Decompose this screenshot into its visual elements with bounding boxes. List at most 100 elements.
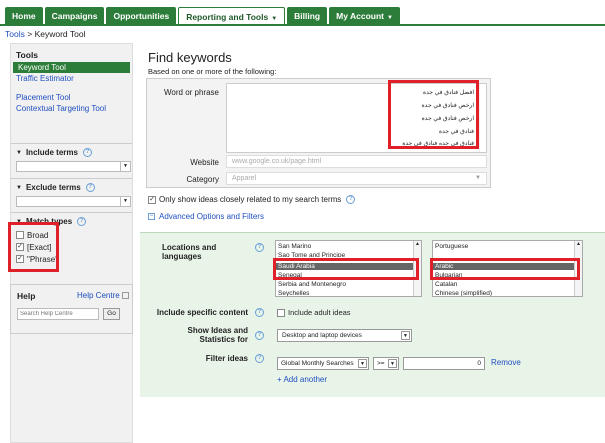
page-subtitle: Based on one or more of the following: <box>148 67 277 76</box>
website-label: Website <box>190 158 219 167</box>
help-icon[interactable]: ? <box>77 217 87 226</box>
textarea-scrollbar[interactable] <box>479 84 484 152</box>
help-icon[interactable]: ? <box>255 354 264 363</box>
tab-reporting-and-tools[interactable]: Reporting and Tools ▼ <box>178 7 286 25</box>
sidebar-item-contextual-targeting-tool[interactable]: Contextual Targeting Tool <box>11 103 132 114</box>
chevron-down-icon[interactable]: ▼ <box>358 359 367 368</box>
tab-opportunities[interactable]: Opportunities <box>106 7 177 25</box>
help-search-input[interactable] <box>17 308 99 320</box>
chevron-down-icon[interactable]: ▼ <box>120 197 130 206</box>
devices-select[interactable]: Desktop and laptop devices ▼ <box>277 329 412 342</box>
chevron-down-icon[interactable]: ▼ <box>388 359 397 368</box>
language-option[interactable]: Chinese (simplified) <box>435 290 492 296</box>
tab-label: Reporting and Tools <box>186 12 269 22</box>
tab-billing[interactable]: Billing <box>287 7 328 25</box>
exclude-terms-input[interactable]: ▼ <box>16 196 131 207</box>
chevron-down-icon: ▼ <box>271 16 278 22</box>
breadcrumb: Tools > Keyword Tool <box>5 29 85 39</box>
breadcrumb-tools-link[interactable]: Tools <box>5 29 25 39</box>
filter-operator-value: >= <box>377 360 385 367</box>
sidebar-item-keyword-tool[interactable]: Keyword Tool <box>13 62 130 73</box>
top-navigation: Home Campaigns Opportunities Reporting a… <box>0 0 605 25</box>
add-another-link[interactable]: + Add another <box>277 375 327 384</box>
show-ideas-label-line1: Show Ideas and <box>187 326 248 335</box>
tab-label: Billing <box>294 11 321 21</box>
minimize-icon[interactable] <box>122 292 129 299</box>
breadcrumb-separator: > <box>27 29 33 39</box>
sidebar-item-placement-tool[interactable]: Placement Tool <box>11 92 132 103</box>
advanced-options-link[interactable]: − Advanced Options and Filters <box>148 212 264 221</box>
language-option[interactable]: Catalan <box>435 281 457 288</box>
help-title: Help <box>17 291 36 301</box>
sidebar-item-traffic-estimator[interactable]: Traffic Estimator <box>11 73 132 84</box>
location-option[interactable]: Serbia and Montenegro <box>278 281 346 288</box>
location-option[interactable]: San Marino <box>278 243 311 250</box>
nav-divider <box>0 24 605 26</box>
triangle-down-icon: ▼ <box>16 184 22 191</box>
tab-label: Campaigns <box>51 11 98 21</box>
help-icon[interactable]: ? <box>82 148 92 157</box>
tab-label: Home <box>12 11 36 21</box>
include-adult-checkbox[interactable] <box>277 308 285 317</box>
sidebar-tools-title: Tools <box>16 50 39 60</box>
collapse-icon[interactable]: − <box>148 213 155 220</box>
include-adult-label: Include adult ideas <box>288 308 351 317</box>
help-panel: Help Help Centre Go <box>10 284 133 334</box>
include-terms-toggle[interactable]: ▼ Include terms? <box>16 148 127 157</box>
match-types-highlight <box>8 222 59 272</box>
remove-filter-link[interactable]: Remove <box>491 358 521 367</box>
breadcrumb-current: Keyword Tool <box>34 29 86 39</box>
category-placeholder: Apparel <box>232 175 257 182</box>
help-icon[interactable]: ? <box>255 331 264 340</box>
page-title: Find keywords <box>148 50 232 65</box>
language-option[interactable]: Portuguese <box>435 243 468 250</box>
nav-tabs: Home Campaigns Opportunities Reporting a… <box>5 7 402 25</box>
location-option[interactable]: Sao Tome and Principe <box>278 252 345 257</box>
category-label: Category <box>186 175 219 184</box>
filter-metric-value: Global Monthly Searches <box>281 360 354 367</box>
language-highlight <box>430 258 580 280</box>
help-icon[interactable]: ? <box>85 183 95 192</box>
tab-home[interactable]: Home <box>5 7 43 25</box>
filter-metric-select[interactable]: Global Monthly Searches ▼ <box>277 357 369 370</box>
advanced-options-label: Advanced Options and Filters <box>159 212 264 221</box>
chevron-down-icon[interactable]: ▼ <box>120 162 130 171</box>
show-ideas-label-line2: Statistics for <box>199 335 248 344</box>
chevron-down-icon: ▼ <box>387 15 393 21</box>
help-icon[interactable]: ? <box>255 243 264 252</box>
only-show-label: Only show ideas closely related to my se… <box>159 195 342 204</box>
keywords-highlight <box>388 80 479 149</box>
locations-languages-label: Locations and languages <box>162 243 217 261</box>
tab-my-account[interactable]: My Account ▼ <box>329 7 400 25</box>
tab-label: My Account <box>336 11 384 21</box>
category-select[interactable]: Apparel ▼ <box>226 172 487 185</box>
devices-value: Desktop and laptop devices <box>282 332 362 339</box>
help-go-button[interactable]: Go <box>103 308 120 320</box>
include-content-label: Include specific content <box>156 308 248 317</box>
tab-label: Opportunities <box>113 11 170 21</box>
filter-operator-select[interactable]: >= ▼ <box>373 357 399 370</box>
website-input[interactable]: www.google.co.uk/page.html <box>226 155 487 168</box>
chevron-down-icon[interactable]: ▼ <box>401 331 410 340</box>
tab-campaigns[interactable]: Campaigns <box>44 7 105 25</box>
help-icon[interactable]: ? <box>346 195 356 204</box>
triangle-down-icon: ▼ <box>16 149 22 156</box>
help-icon[interactable]: ? <box>255 308 264 317</box>
include-terms-section: ▼ Include terms? ▼ <box>11 143 132 176</box>
word-or-phrase-label: Word or phrase <box>164 88 219 97</box>
only-show-checkbox[interactable]: ✓ <box>148 195 156 204</box>
location-highlight <box>273 258 419 280</box>
location-option[interactable]: Seychelles <box>278 290 309 296</box>
exclude-terms-toggle[interactable]: ▼ Exclude terms? <box>16 183 127 192</box>
help-centre-link[interactable]: Help Centre <box>77 291 120 300</box>
exclude-terms-label: Exclude terms <box>25 183 81 192</box>
exclude-terms-section: ▼ Exclude terms? ▼ <box>11 178 132 211</box>
only-show-closely-related[interactable]: ✓ Only show ideas closely related to my … <box>148 195 356 204</box>
filter-ideas-label: Filter ideas <box>205 354 248 363</box>
include-terms-label: Include terms <box>25 148 78 157</box>
include-terms-input[interactable]: ▼ <box>16 161 131 172</box>
chevron-down-icon: ▼ <box>475 175 481 181</box>
filter-value-input[interactable]: 0 <box>403 357 485 370</box>
show-ideas-label: Show Ideas and Statistics for <box>150 326 248 344</box>
include-adult-ideas[interactable]: Include adult ideas <box>277 308 351 317</box>
